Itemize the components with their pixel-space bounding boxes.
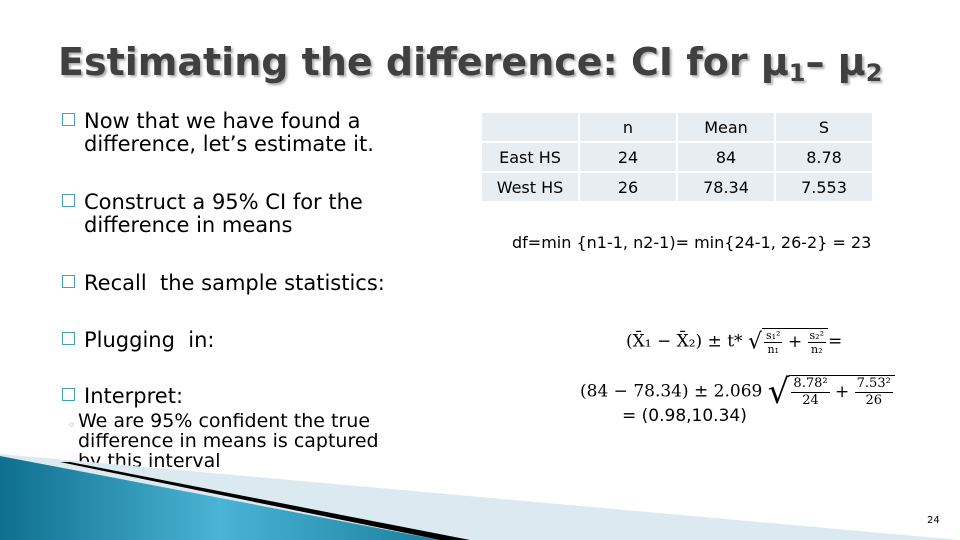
table-cell: 7.553 [776,173,872,201]
square-bullet-icon [62,113,75,126]
bullet-item: Plugging in: [62,329,215,352]
square-bullet-icon [62,194,75,207]
bullet-item: Interpret: [62,385,183,408]
square-bullet-icon [62,332,75,345]
table-row: East HS 24 84 8.78 [482,143,872,171]
fraction: 8.78² 24 [791,376,830,409]
circle-bullet-icon: ◦ [68,418,76,432]
formula-diff-means: (X̄₁ − X̄₂) ± t* [626,331,743,352]
bullet-text: Plugging in: [84,328,215,352]
square-bullet-icon [62,388,75,401]
fraction: s₁² n₁ [763,329,783,356]
sample-stats-table: n Mean S East HS 24 84 8.78 West HS 26 7… [480,111,874,203]
title-sub2: 2 [865,59,883,87]
numerator: 8.78² [791,376,830,393]
header-cell: S [776,113,872,141]
numerator: s₂² [807,329,826,343]
sqrt-body: s₁² n₁ + s₂² n₂ [761,328,828,356]
bullet-item: Recall the sample statistics: [62,272,385,295]
numerator: s₁² [763,329,783,343]
table-cell: East HS [482,143,578,171]
sqrt-body: 8.78² 24 + 7.53² 26 [789,375,895,409]
table-row: West HS 26 78.34 7.553 [482,173,872,201]
page-number: 24 [927,515,940,526]
plus-sign: + [835,382,850,402]
formula-result: = (0.98,10.34) [622,406,747,426]
table-cell: 84 [678,143,774,171]
bullet-item: Now that we have found a difference, let… [62,110,374,156]
sqrt-icon: √ [767,372,790,412]
sqrt-icon: √ [747,329,762,355]
header-cell: n [580,113,676,141]
slide-title: Estimating the difference: CI for μ1– μ2 [58,40,882,87]
bullet-text: Now that we have found a difference, let… [84,109,374,156]
table-cell: 8.78 [776,143,872,171]
table-cell: 24 [580,143,676,171]
decorative-swoosh [0,454,960,540]
numerator: 7.53² [854,376,893,393]
denominator: n₂ [811,343,823,356]
bullet-text: Construct a 95% CI for the difference in… [84,190,363,237]
equals-sign: = [827,331,843,352]
header-cell: Mean [678,113,774,141]
title-sub1: 1 [788,59,806,87]
formula-line-1: (X̄₁ − X̄₂) ± t* √ s₁² n₁ + s₂² n₂ = [626,328,842,356]
square-bullet-icon [62,275,75,288]
ci-formula: (X̄₁ − X̄₂) ± t* √ s₁² n₁ + s₂² n₂ = (84 −… [578,318,895,438]
header-cell [482,113,578,141]
bullet-text: Interpret: [84,384,184,408]
title-minus: – μ [805,40,866,84]
degrees-of-freedom-text: df=min {n1-1, n2-1)= min{24-1, 26-2} = 2… [512,233,872,252]
bullet-text: Recall the sample statistics: [84,271,385,295]
table-cell: West HS [482,173,578,201]
table-cell: 78.34 [678,173,774,201]
fraction: 7.53² 26 [854,376,893,409]
denominator: 24 [802,393,819,408]
denominator: n₁ [767,343,779,356]
denominator: 26 [865,393,883,408]
table-header-row: n Mean S [482,113,872,141]
fraction: s₂² n₂ [807,329,826,356]
table-cell: 26 [580,173,676,201]
bullet-item: Construct a 95% CI for the difference in… [62,191,363,237]
title-text: Estimating the difference: CI for μ [58,40,789,84]
plus-sign: + [787,332,803,352]
formula-plugged: (84 − 78.34) ± 2.069 [580,381,763,402]
